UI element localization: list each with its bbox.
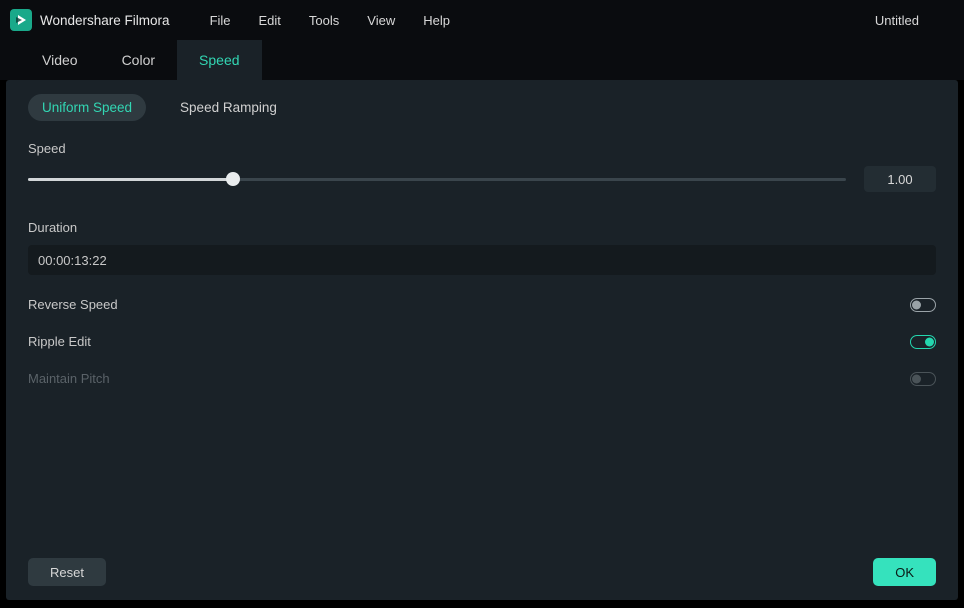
subtab-speed-ramping[interactable]: Speed Ramping — [166, 94, 291, 121]
speed-slider[interactable] — [28, 172, 846, 186]
app-logo-icon — [10, 9, 32, 31]
ripple-edit-toggle[interactable] — [910, 335, 936, 349]
main-menu: File Edit Tools View Help — [210, 13, 875, 28]
reverse-speed-label: Reverse Speed — [28, 297, 118, 312]
duration-label: Duration — [28, 220, 936, 235]
tab-video[interactable]: Video — [20, 40, 100, 80]
maintain-pitch-row: Maintain Pitch — [28, 371, 936, 386]
maintain-pitch-label: Maintain Pitch — [28, 371, 110, 386]
panel-tabs: Video Color Speed — [0, 40, 964, 80]
speed-slider-row: 1.00 — [28, 166, 936, 192]
ripple-edit-label: Ripple Edit — [28, 334, 91, 349]
speed-value[interactable]: 1.00 — [864, 166, 936, 192]
menu-tools[interactable]: Tools — [309, 13, 339, 28]
reverse-speed-toggle[interactable] — [910, 298, 936, 312]
menu-edit[interactable]: Edit — [259, 13, 281, 28]
topbar: Wondershare Filmora File Edit Tools View… — [0, 0, 964, 40]
maintain-pitch-toggle — [910, 372, 936, 386]
menu-file[interactable]: File — [210, 13, 231, 28]
subtab-uniform-speed[interactable]: Uniform Speed — [28, 94, 146, 121]
reset-button[interactable]: Reset — [28, 558, 106, 586]
menu-help[interactable]: Help — [423, 13, 450, 28]
ripple-edit-row: Ripple Edit — [28, 334, 936, 349]
tab-speed[interactable]: Speed — [177, 40, 261, 80]
duration-input[interactable] — [28, 245, 936, 275]
reverse-speed-row: Reverse Speed — [28, 297, 936, 312]
speed-slider-thumb[interactable] — [226, 172, 240, 186]
tab-color[interactable]: Color — [100, 40, 177, 80]
menu-view[interactable]: View — [367, 13, 395, 28]
project-title: Untitled — [875, 13, 919, 28]
ok-button[interactable]: OK — [873, 558, 936, 586]
brand-label: Wondershare Filmora — [40, 13, 170, 28]
speed-label: Speed — [28, 141, 936, 156]
panel-footer: Reset OK — [28, 558, 936, 586]
speed-subtabs: Uniform Speed Speed Ramping — [28, 94, 936, 121]
speed-panel: Uniform Speed Speed Ramping Speed 1.00 D… — [6, 80, 958, 600]
